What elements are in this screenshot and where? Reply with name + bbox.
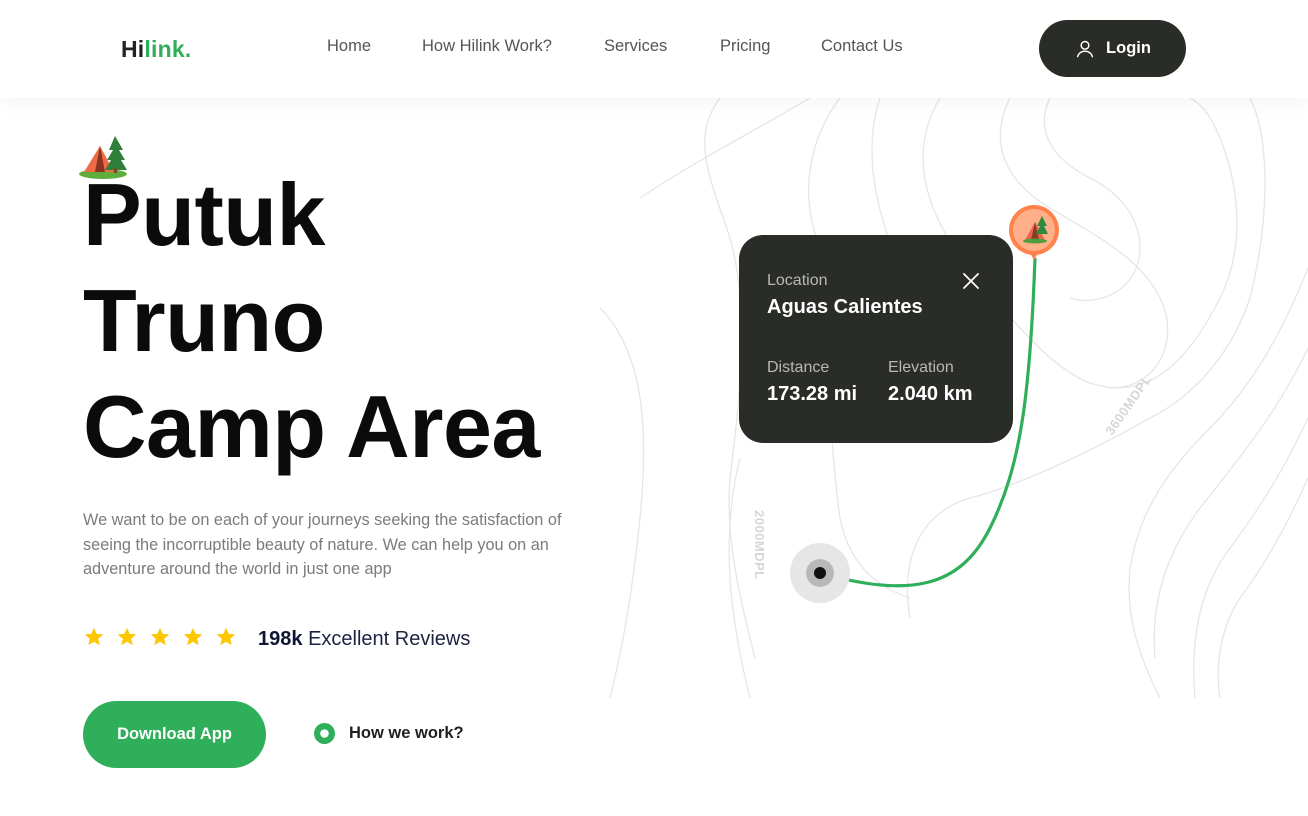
- page-title: Putuk Truno Camp Area: [83, 162, 540, 480]
- star-icon: [183, 627, 203, 646]
- nav-how-hilink-work[interactable]: How Hilink Work?: [422, 37, 552, 56]
- destination-pin[interactable]: [1009, 205, 1059, 260]
- site-header: Hilink. Home How Hilink Work? Services P…: [0, 0, 1308, 98]
- distance-value: 173.28 mi: [767, 383, 858, 405]
- how-we-work-link[interactable]: How we work?: [314, 723, 464, 744]
- distance-label: Distance: [767, 359, 830, 376]
- title-line-3: Camp Area: [83, 377, 540, 476]
- download-app-label: Download App: [117, 725, 232, 743]
- location-value: Aguas Calientes: [767, 296, 923, 318]
- nav-home[interactable]: Home: [327, 37, 371, 56]
- star-icon: [84, 627, 104, 646]
- title-line-1: Putuk: [83, 165, 325, 264]
- title-line-2: Truno: [83, 271, 325, 370]
- logo[interactable]: Hilink.: [121, 36, 191, 63]
- reviews-summary: 198k Excellent Reviews: [258, 628, 470, 651]
- camp-icon: [79, 136, 127, 179]
- login-label: Login: [1106, 39, 1151, 57]
- star-icon: [216, 627, 236, 646]
- location-label: Location: [767, 272, 828, 289]
- nav-services[interactable]: Services: [604, 37, 667, 56]
- download-app-button[interactable]: Download App: [83, 701, 266, 768]
- close-icon[interactable]: [961, 271, 981, 291]
- reviews-count: 198k: [258, 628, 303, 650]
- how-we-work-label: How we work?: [349, 724, 464, 742]
- location-card: Location Aguas Calientes Distance 173.28…: [739, 235, 1013, 443]
- logo-hi: Hi: [121, 36, 145, 62]
- user-icon: [1076, 40, 1094, 57]
- nav-contact-us[interactable]: Contact Us: [821, 37, 903, 56]
- altitude-label-3600: 3600MDPL: [1102, 372, 1154, 438]
- altitude-label-2000: 2000MDPL: [752, 510, 767, 580]
- rating-stars: [83, 626, 237, 648]
- elevation-label: Elevation: [888, 359, 954, 376]
- elevation-value: 2.040 km: [888, 383, 973, 405]
- nav-pricing[interactable]: Pricing: [720, 37, 770, 56]
- star-icon: [150, 627, 170, 646]
- star-icon: [117, 627, 137, 646]
- hero-description: We want to be on each of your journeys s…: [83, 511, 562, 578]
- login-button[interactable]: Login: [1039, 20, 1186, 77]
- reviews-label: Excellent Reviews: [308, 628, 471, 650]
- logo-link: link.: [144, 36, 192, 62]
- play-icon: [314, 723, 335, 744]
